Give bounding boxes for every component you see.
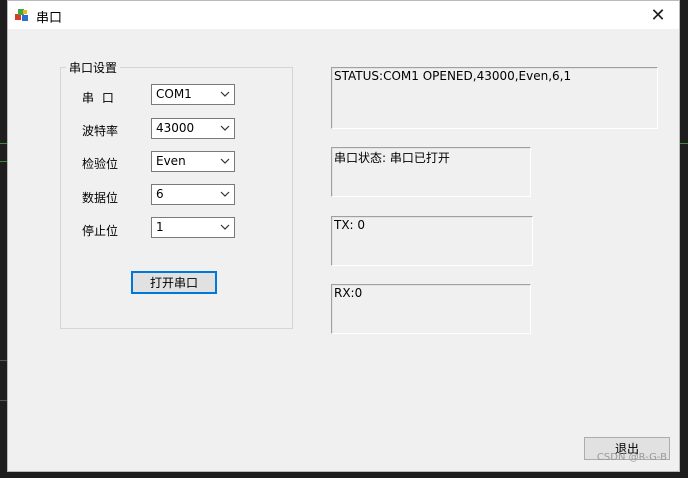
chevron-down-icon bbox=[220, 191, 230, 197]
chevron-down-icon bbox=[220, 125, 230, 131]
tx-counter-text: TX: 0 bbox=[334, 218, 366, 232]
data-bits-combobox[interactable]: 6 bbox=[151, 184, 235, 205]
stop-bits-label: 停止位 bbox=[82, 224, 119, 238]
port-combobox[interactable]: COM1 bbox=[151, 84, 235, 105]
chevron-down-icon bbox=[220, 224, 230, 230]
serial-settings-title: 串口设置 bbox=[69, 61, 118, 75]
tx-counter-display: TX: 0 bbox=[331, 216, 533, 266]
chevron-down-icon bbox=[220, 158, 230, 164]
serial-port-window: 串口 ✕ 串口设置 串 口 COM1 波特率 43000 检验位 Even 数据… bbox=[7, 0, 680, 472]
stop-bits-combobox[interactable]: 1 bbox=[151, 217, 235, 238]
status-display: STATUS:COM1 OPENED,43000,Even,6,1 bbox=[331, 67, 658, 129]
rx-counter-text: RX:0 bbox=[334, 286, 363, 300]
background-editor-strip-left bbox=[0, 0, 7, 478]
title-bar[interactable]: 串口 ✕ bbox=[8, 1, 679, 29]
parity-value: Even bbox=[156, 154, 186, 168]
watermark: CSDN @R-G-B bbox=[596, 452, 667, 463]
port-label: 串 口 bbox=[82, 91, 116, 105]
baud-rate-value: 43000 bbox=[156, 121, 195, 135]
close-button[interactable]: ✕ bbox=[637, 1, 679, 29]
app-colored-blocks-icon bbox=[15, 9, 28, 21]
port-state-display: 串口状态: 串口已打开 bbox=[331, 147, 531, 197]
status-text: STATUS:COM1 OPENED,43000,Even,6,1 bbox=[334, 69, 572, 83]
port-state-text: 串口状态: 串口已打开 bbox=[334, 151, 450, 165]
data-bits-label: 数据位 bbox=[82, 191, 119, 205]
rx-counter-display: RX:0 bbox=[331, 284, 531, 334]
window-title: 串口 bbox=[36, 11, 63, 26]
close-icon: ✕ bbox=[650, 4, 666, 26]
baud-rate-label: 波特率 bbox=[82, 124, 119, 138]
parity-combobox[interactable]: Even bbox=[151, 151, 235, 172]
chevron-down-icon bbox=[220, 91, 230, 97]
data-bits-value: 6 bbox=[156, 187, 164, 201]
open-port-button-label: 打开串口 bbox=[149, 276, 198, 290]
parity-label: 检验位 bbox=[82, 157, 119, 171]
background-editor-strip-right bbox=[680, 0, 688, 478]
baud-rate-combobox[interactable]: 43000 bbox=[151, 118, 235, 139]
port-value: COM1 bbox=[156, 87, 192, 101]
open-port-button[interactable]: 打开串口 bbox=[131, 271, 217, 294]
stop-bits-value: 1 bbox=[156, 220, 164, 234]
